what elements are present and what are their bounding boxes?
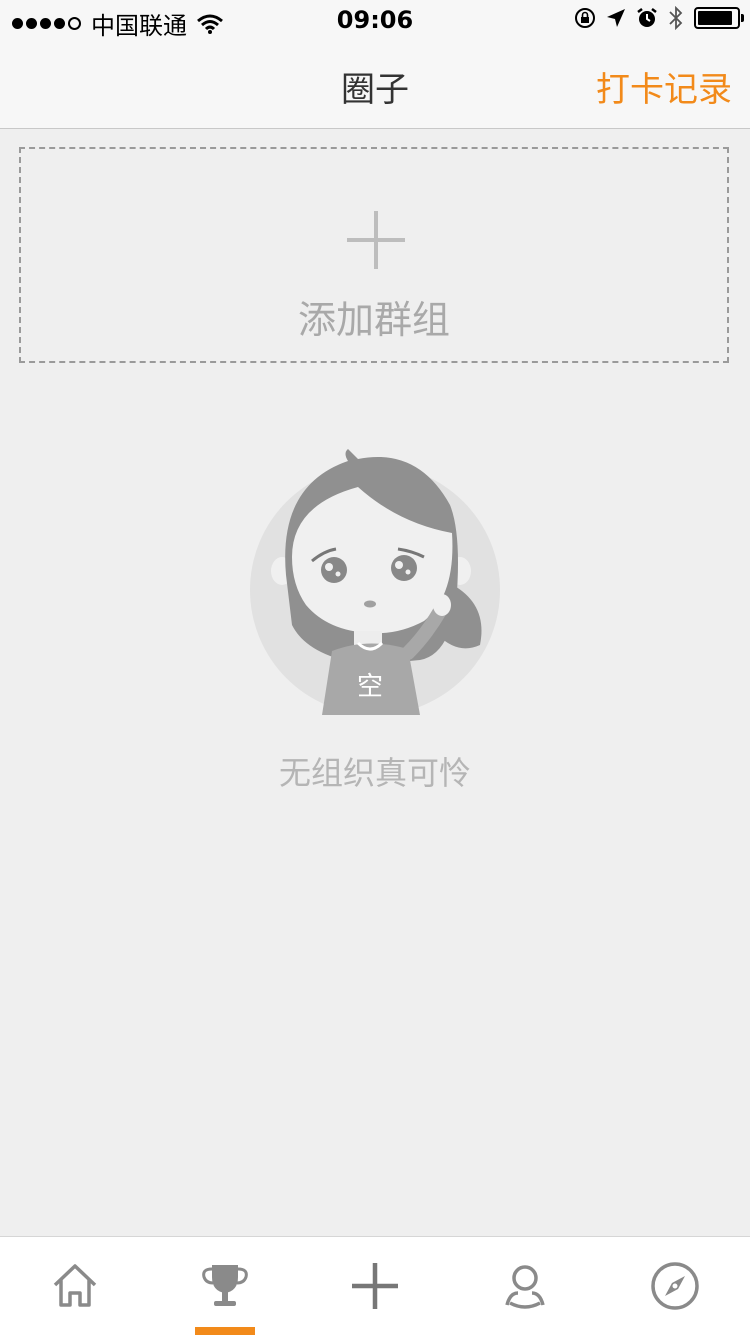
shirt-label: 空 [357, 672, 383, 702]
tab-add[interactable] [300, 1237, 450, 1335]
trophy-icon [202, 1265, 248, 1306]
add-group-button[interactable]: 添加群组 [19, 147, 729, 363]
check-in-records-button[interactable]: 打卡记录 [596, 62, 732, 111]
empty-state-illustration: 空 [250, 449, 500, 715]
tab-home[interactable] [0, 1237, 150, 1335]
add-group-label: 添加群组 [297, 298, 450, 342]
bluetooth-icon [669, 6, 683, 30]
empty-state-message: 无组织真可怜 [278, 754, 471, 792]
alarm-icon [637, 8, 657, 27]
add-icon [347, 211, 405, 269]
tab-bar [0, 1236, 750, 1335]
battery-icon [694, 7, 744, 29]
home-icon [53, 1264, 97, 1307]
location-arrow-icon [607, 9, 625, 27]
tab-discover[interactable] [600, 1237, 750, 1335]
status-bar: 中国联通 09:06 [0, 0, 750, 40]
status-right [574, 6, 744, 30]
plus-icon [352, 1263, 398, 1309]
tab-circle[interactable] [150, 1237, 300, 1335]
rotation-lock-icon [575, 8, 595, 28]
user-icon [505, 1265, 545, 1309]
compass-icon [651, 1262, 699, 1310]
navigation-bar: 圈子 打卡记录 [0, 40, 750, 129]
tab-profile[interactable] [450, 1237, 600, 1335]
